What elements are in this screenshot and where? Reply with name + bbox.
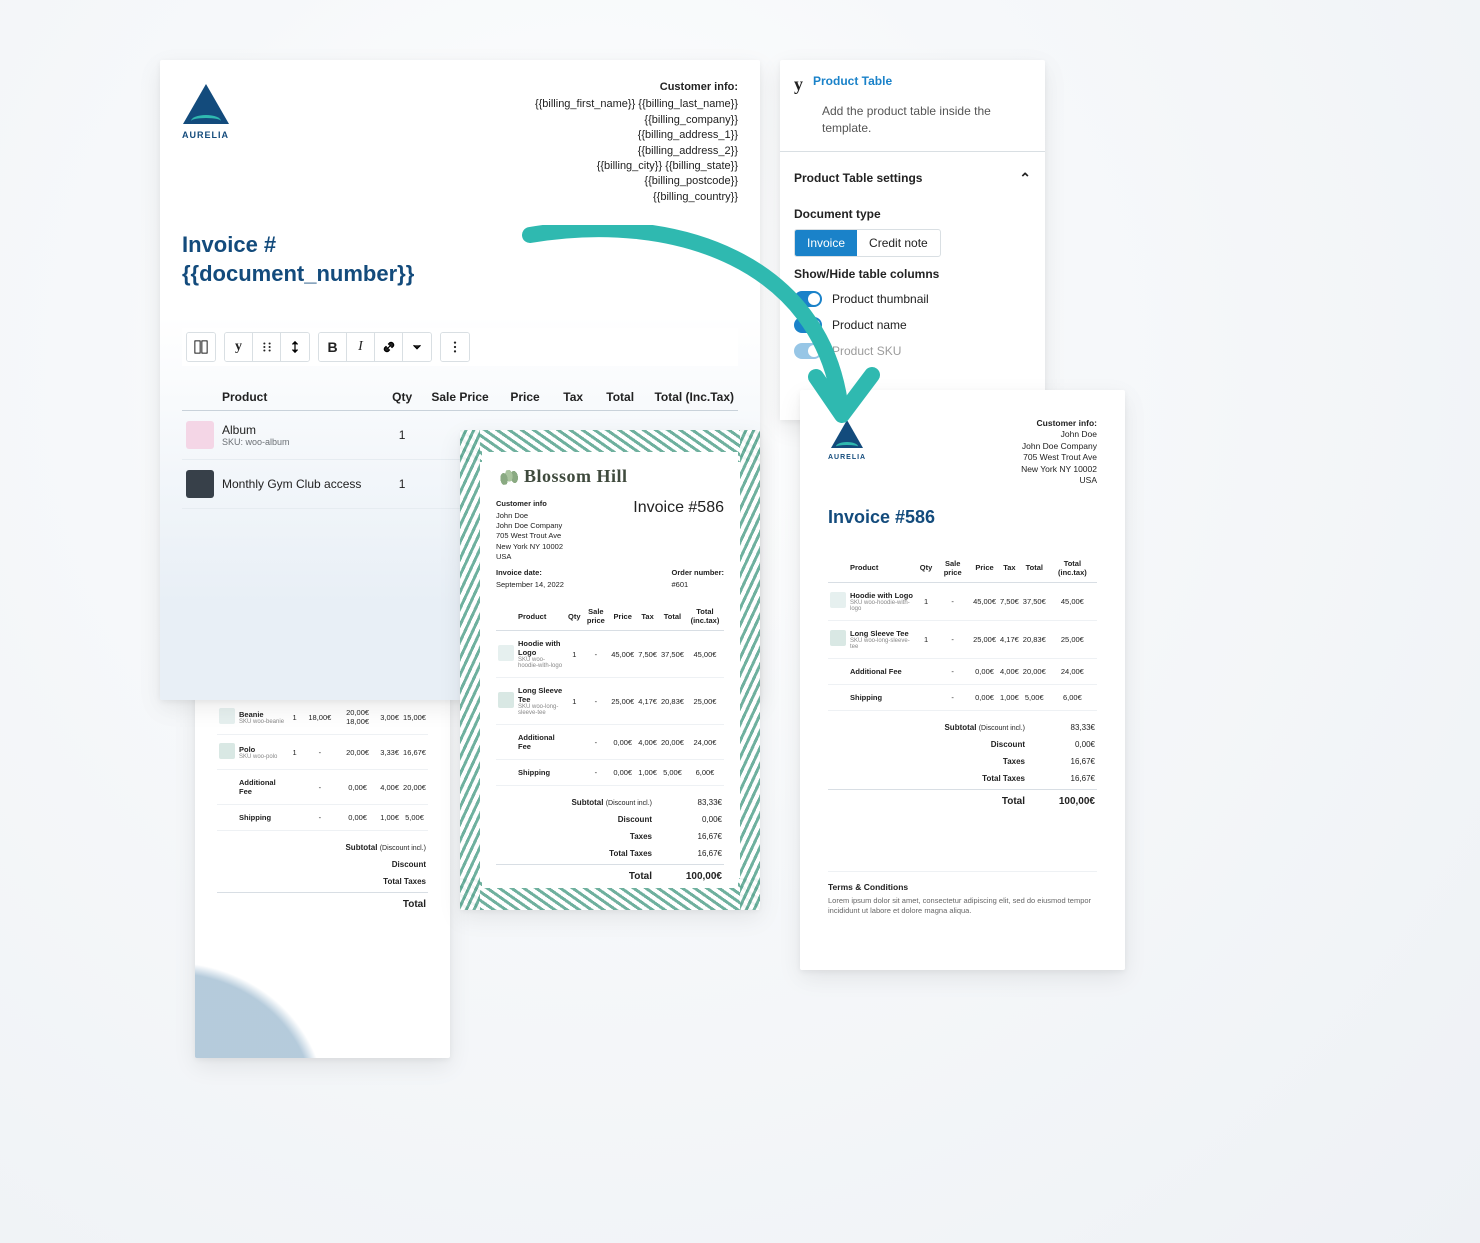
table-row: Additional Fee-0,00€4,00€20,00€24,00€ — [828, 658, 1097, 684]
invoice-number: Invoice #586 — [633, 499, 724, 562]
toggle-switch[interactable] — [794, 317, 822, 333]
document-type-segmented: Invoice Credit note — [794, 229, 941, 257]
invoice-items-table: Product Qty Sale price Price Tax Total T… — [496, 602, 724, 786]
document-type-label: Document type — [794, 207, 1031, 221]
table-row: Shipping-0,00€1,00€5,00€6,00€ — [828, 684, 1097, 710]
product-thumbnail — [186, 470, 214, 498]
invoice-preview-aurelia: AURELIA Customer info: John Doe John Doe… — [800, 390, 1125, 970]
brand-name: AURELIA — [182, 130, 229, 140]
toggle-product-name: Product name — [794, 317, 1031, 333]
link-button[interactable] — [375, 333, 403, 361]
toggle-product-sku: Product SKU — [794, 343, 1031, 359]
brand-logo-aurelia: AURELIA — [828, 418, 866, 487]
terms-body: Lorem ipsum dolor sit amet, consectetur … — [828, 896, 1097, 916]
product-thumbnail — [498, 692, 514, 708]
showhide-label: Show/Hide table columns — [794, 267, 1031, 281]
decorative-border — [740, 430, 760, 910]
table-row: Hoodie with LogoSKU woo-hoodie-with-logo… — [496, 631, 724, 678]
block-type-button[interactable] — [187, 333, 215, 361]
invoice-title-placeholder: Invoice # {{document_number}} — [182, 231, 738, 288]
invoice-totals: Subtotal (Discount incl.) Discount Total… — [217, 839, 428, 914]
table-row: BeanieSKU woo-beanie118,00€20,00€ 18,00€… — [217, 700, 428, 735]
options-button[interactable] — [441, 333, 469, 361]
drag-handle-icon[interactable] — [253, 333, 281, 361]
move-arrows-icon[interactable] — [281, 333, 309, 361]
leaf-icon — [495, 468, 523, 485]
block-settings-panel: y Product Table Add the product table in… — [780, 60, 1045, 420]
terms-heading: Terms & Conditions — [828, 871, 1097, 892]
yith-block-icon: y — [794, 74, 803, 95]
table-row: Long Sleeve TeeSKU woo-long-sleeve-tee1-… — [828, 620, 1097, 658]
customer-info-placeholders: Customer info: {{billing_first_name}} {{… — [535, 80, 738, 205]
product-thumbnail — [830, 592, 846, 608]
toggle-switch[interactable] — [794, 343, 822, 359]
document-type-invoice[interactable]: Invoice — [795, 230, 857, 256]
table-row: Additional Fee-0,00€4,00€20,00€24,00€ — [496, 725, 724, 760]
decorative-border — [460, 430, 480, 910]
table-row: Additional Fee-0,00€4,00€20,00€ — [217, 770, 428, 805]
bold-button[interactable]: B — [319, 333, 347, 361]
block-settings-title: Product Table — [813, 74, 892, 88]
table-row: Shipping-0,00€1,00€5,00€ — [217, 805, 428, 831]
table-row: Long Sleeve TeeSKU woo-long-sleeve-tee1-… — [496, 678, 724, 725]
invoice-number: Invoice #586 — [828, 507, 1097, 528]
chevron-up-icon: ⌃ — [1019, 170, 1031, 187]
customer-info: Customer info: John Doe John Doe Company… — [1021, 418, 1097, 487]
block-toolbar: y B I — [182, 328, 738, 366]
product-thumbnail — [219, 743, 235, 759]
settings-accordion-header[interactable]: Product Table settings ⌃ — [794, 166, 1031, 197]
invoice-totals: Subtotal (Discount incl.)83,33€ Discount… — [496, 794, 724, 886]
product-thumbnail — [186, 421, 214, 449]
document-type-credit-note[interactable]: Credit note — [857, 230, 940, 256]
more-inline-button[interactable] — [403, 333, 431, 361]
brand-logo-blossom: Blossom Hill — [524, 466, 628, 486]
product-thumbnail — [498, 645, 514, 661]
table-row: PoloSKU woo-polo1-20,00€3,33€16,67€ — [217, 735, 428, 770]
invoice-items-table: Product Qty Sale price Price Tax Total T… — [828, 554, 1097, 711]
invoice-totals: Subtotal (Discount incl.)83,33€ Discount… — [828, 719, 1097, 811]
invoice-preview-blossom-framed: Blossom Hill Customer info John Doe John… — [460, 430, 760, 910]
table-row: Shipping-0,00€1,00€5,00€6,00€ — [496, 760, 724, 786]
toggle-product-thumbnail: Product thumbnail — [794, 291, 1031, 307]
yith-block-icon[interactable]: y — [225, 333, 253, 361]
block-settings-description: Add the product table inside the templat… — [822, 103, 1031, 137]
toggle-switch[interactable] — [794, 291, 822, 307]
customer-info: Customer info John Doe John Doe Company … — [496, 499, 563, 562]
brand-logo-aurelia: AURELIA — [182, 80, 229, 205]
product-thumbnail — [219, 708, 235, 724]
product-thumbnail — [830, 630, 846, 646]
italic-button[interactable]: I — [347, 333, 375, 361]
table-row: Hoodie with LogoSKU woo-hoodie-with-logo… — [828, 582, 1097, 620]
